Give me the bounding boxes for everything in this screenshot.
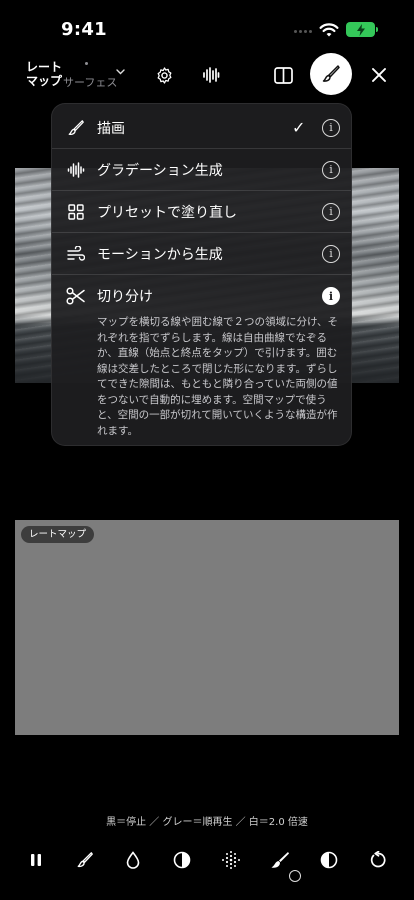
info-icon[interactable]: i bbox=[322, 118, 340, 137]
battery-charging-icon bbox=[346, 22, 378, 37]
status-bar: 9:41 bbox=[0, 0, 414, 56]
grid-icon bbox=[66, 202, 86, 222]
chevron-down-icon bbox=[116, 69, 125, 75]
menu-item-label: モーションから生成 bbox=[97, 246, 223, 263]
scissors-icon bbox=[66, 286, 86, 306]
mode-dot bbox=[85, 62, 88, 65]
brush-icon bbox=[66, 118, 86, 138]
info-icon[interactable]: i bbox=[322, 160, 340, 179]
color-legend: 黒＝停止 ／ グレー＝順再生 ／ 白＝2.0 倍速 bbox=[106, 817, 308, 828]
rate-map-canvas[interactable]: レートマップ bbox=[15, 520, 399, 735]
signal-dots-icon bbox=[294, 30, 312, 33]
gear-icon[interactable] bbox=[152, 63, 176, 87]
menu-item-draw[interactable]: 描画 ✓ i bbox=[52, 107, 351, 149]
pause-icon[interactable] bbox=[25, 849, 47, 871]
smudge-brush-icon[interactable] bbox=[269, 849, 291, 871]
info-icon[interactable]: i bbox=[322, 287, 340, 305]
status-time: 9:41 bbox=[61, 19, 107, 40]
waveform-icon bbox=[66, 160, 86, 180]
mode-title: レートマップ bbox=[26, 60, 63, 88]
menu-item-label: グラデーション生成 bbox=[97, 162, 223, 179]
menu-item-label: プリセットで塗り直し bbox=[97, 204, 237, 221]
drop-icon[interactable] bbox=[122, 849, 144, 871]
toolbar: レートマップ サーフェス bbox=[0, 50, 414, 100]
info-icon[interactable]: i bbox=[322, 244, 340, 263]
menu-item-cut[interactable]: 切り分け i bbox=[52, 275, 351, 317]
dots-grid-icon[interactable] bbox=[220, 849, 242, 871]
undo-icon[interactable] bbox=[367, 849, 389, 871]
brush-icon[interactable] bbox=[74, 849, 96, 871]
split-view-icon[interactable] bbox=[271, 63, 295, 87]
close-icon[interactable] bbox=[367, 63, 391, 87]
wifi-icon bbox=[319, 23, 339, 37]
menu-item-gradient[interactable]: グラデーション生成 i bbox=[52, 149, 351, 191]
mode-subtitle: サーフェス bbox=[63, 76, 118, 89]
waveform-icon[interactable] bbox=[199, 63, 223, 87]
menu-item-motion[interactable]: モーションから生成 i bbox=[52, 233, 351, 275]
brush-icon bbox=[322, 65, 340, 82]
home-indicator bbox=[289, 870, 301, 882]
info-icon[interactable]: i bbox=[322, 202, 340, 221]
bottom-toolbar bbox=[0, 846, 414, 876]
menu-item-label: 切り分け bbox=[97, 289, 153, 305]
wind-icon bbox=[66, 244, 86, 264]
contrast-icon[interactable] bbox=[171, 849, 193, 871]
tool-menu: 描画 ✓ i グラデーション生成 i プリセットで塗り直し i モーションから生… bbox=[51, 103, 352, 446]
menu-item-preset[interactable]: プリセットで塗り直し i bbox=[52, 191, 351, 233]
menu-item-description: マップを横切る線や囲む線で２つの領域に分け、それぞれを指でずらします。線は自由曲… bbox=[97, 316, 338, 437]
brush-tool-button[interactable] bbox=[310, 53, 352, 95]
menu-item-label: 描画 bbox=[97, 120, 125, 137]
map-label-badge: レートマップ bbox=[21, 526, 95, 543]
half-circle-icon[interactable] bbox=[318, 849, 340, 871]
checkmark-icon: ✓ bbox=[292, 118, 306, 137]
